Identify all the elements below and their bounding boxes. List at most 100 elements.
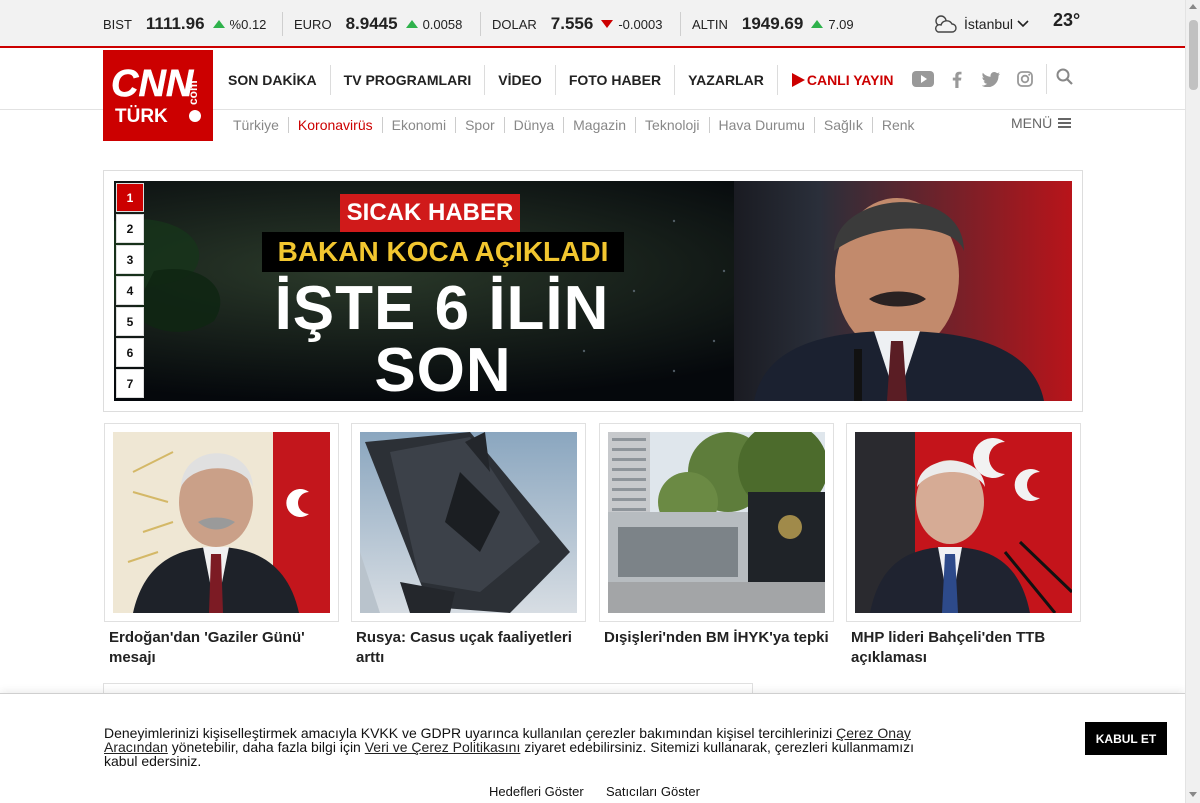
portrait-photo [855,432,1072,613]
vertical-scrollbar[interactable] [1185,0,1200,803]
card-frame [351,423,586,622]
divider [480,12,481,36]
divider [282,12,283,36]
divider [680,12,681,36]
category-spor[interactable]: Spor [456,117,505,133]
category-ekonomi[interactable]: Ekonomi [383,117,457,133]
slide-number[interactable]: 7 [116,369,144,398]
facebook-icon[interactable] [940,71,974,88]
nav-tv-programlari[interactable]: TV PROGRAMLARI [331,65,486,95]
portrait-photo [113,432,330,613]
news-card[interactable]: MHP lideri Bahçeli'den TTB açıklaması [846,423,1081,668]
card-image[interactable] [113,432,330,613]
slide-number[interactable]: 3 [116,245,144,274]
card-title[interactable]: MHP lideri Bahçeli'den TTB açıklaması [846,628,1081,668]
ticker-symbol: EURO [294,16,332,32]
show-vendors-link[interactable]: Satıcıları Göster [606,784,700,799]
category-dunya[interactable]: Dünya [505,117,565,133]
category-renk[interactable]: Renk [873,117,924,133]
scroll-down-icon[interactable] [1189,792,1197,797]
nav-canli-yayin[interactable]: CANLI YAYIN [778,65,907,95]
ticker-value: 1949.69 [741,14,804,33]
search-button[interactable] [1056,68,1074,91]
privacy-policy-link[interactable]: Veri ve Çerez Politikasını [365,739,521,755]
accept-cookies-button[interactable]: KABUL ET [1085,722,1167,755]
instagram-icon[interactable] [1008,71,1042,87]
ticker-change: 7.09 [828,16,854,32]
arrow-up-icon [811,20,824,28]
news-card[interactable]: Erdoğan'dan 'Gaziler Günü' mesajı [104,423,339,668]
ticker-change: %0.12 [229,16,267,32]
ticker-altin[interactable]: ALTIN 1949.69 7.09 [692,0,854,48]
ticker-value: 8.9445 [345,14,398,33]
search-icon [1056,68,1073,85]
card-frame [599,423,834,622]
news-card[interactable]: Dışişleri'nden BM İHYK'ya tepki [599,423,834,648]
category-hava-durumu[interactable]: Hava Durumu [710,117,815,133]
headline-slider: SICAK HABER BAKAN KOCA AÇIKLADI İŞTE 6 İ… [103,170,1083,412]
card-frame [104,423,339,622]
market-ticker: BIST 1111.96 %0.12 EURO 8.9445 0.0058 DO… [0,0,1200,48]
slide-number[interactable]: 4 [116,276,144,305]
category-saglik[interactable]: Sağlık [815,117,873,133]
card-image[interactable] [360,432,577,613]
ticker-symbol: DOLAR [492,16,537,32]
category-koronavirus[interactable]: Koronavirüs [289,117,383,133]
twitter-icon[interactable] [974,71,1008,87]
arrow-up-icon [405,20,418,28]
logo-cnn: CNN [111,63,195,105]
breaking-news-tag: SICAK HABER [340,194,520,232]
show-purposes-link[interactable]: Hedefleri Göster [489,784,584,799]
category-nav: Türkiye Koronavirüs Ekonomi Spor Dünya M… [224,114,924,136]
cookie-message: Deneyimlerinizi kişiselleştirmek amacıyl… [104,726,944,768]
ticker-symbol: BIST [103,16,132,32]
youtube-icon[interactable] [906,71,940,87]
nav-yazarlar[interactable]: YAZARLAR [675,65,778,95]
chevron-down-icon [1017,20,1029,28]
nav-son-dakika[interactable]: SON DAKİKA [215,65,331,95]
slide-headline-line2: SON DURUMU [374,336,512,401]
card-title[interactable]: Rusya: Casus uçak faaliyetleri arttı [351,628,586,668]
slide-image[interactable]: SICAK HABER BAKAN KOCA AÇIKLADI İŞTE 6 İ… [114,181,1072,401]
slide-subtitle: BAKAN KOCA AÇIKLADI [262,232,624,272]
card-image[interactable] [855,432,1072,613]
slide-number[interactable]: 6 [116,338,144,367]
scroll-thumb[interactable] [1189,20,1198,90]
ticker-dolar[interactable]: DOLAR 7.556 -0.0003 [492,0,662,48]
logo-turk: TÜRK [115,106,168,127]
news-card[interactable]: Rusya: Casus uçak faaliyetleri arttı [351,423,586,668]
slide-number[interactable]: 2 [116,214,144,243]
slide-number[interactable]: 1 [116,183,144,212]
cnn-turk-logo[interactable]: CNN TÜRK com [103,50,213,141]
nav-foto-haber[interactable]: FOTO HABER [556,65,676,95]
menu-button[interactable]: MENÜ [1011,115,1072,131]
category-teknoloji[interactable]: Teknoloji [636,117,710,133]
main-nav: SON DAKİKA TV PROGRAMLARI VİDEO FOTO HAB… [215,50,906,110]
ticker-value: 1111.96 [145,14,205,33]
stealth-aircraft-photo [360,432,577,613]
ministry-building-photo [608,432,825,613]
logo-mark: CNN TÜRK com [111,63,201,127]
slide-number[interactable]: 5 [116,307,144,336]
card-title[interactable]: Erdoğan'dan 'Gaziler Günü' mesajı [104,628,339,668]
ticker-change: 0.0058 [422,16,463,32]
ticker-value: 7.556 [550,14,594,33]
arrow-up-icon [212,20,225,28]
arrow-down-icon [601,20,614,28]
divider [1046,64,1047,94]
card-frame [846,423,1081,622]
partly-cloudy-icon [935,15,957,33]
play-icon [791,73,805,87]
weather-widget[interactable]: İstanbul [932,0,1029,48]
nav-video[interactable]: VİDEO [485,65,556,95]
ticker-change: -0.0003 [618,16,663,32]
weather-city: İstanbul [964,16,1014,32]
card-image[interactable] [608,432,825,613]
ticker-bist[interactable]: BIST 1111.96 %0.12 [103,0,266,48]
logo-com: com [186,80,200,105]
category-turkiye[interactable]: Türkiye [224,117,289,133]
card-title[interactable]: Dışişleri'nden BM İHYK'ya tepki [599,628,834,648]
category-magazin[interactable]: Magazin [564,117,637,133]
ticker-euro[interactable]: EURO 8.9445 0.0058 [294,0,462,48]
scroll-up-icon[interactable] [1189,4,1197,9]
